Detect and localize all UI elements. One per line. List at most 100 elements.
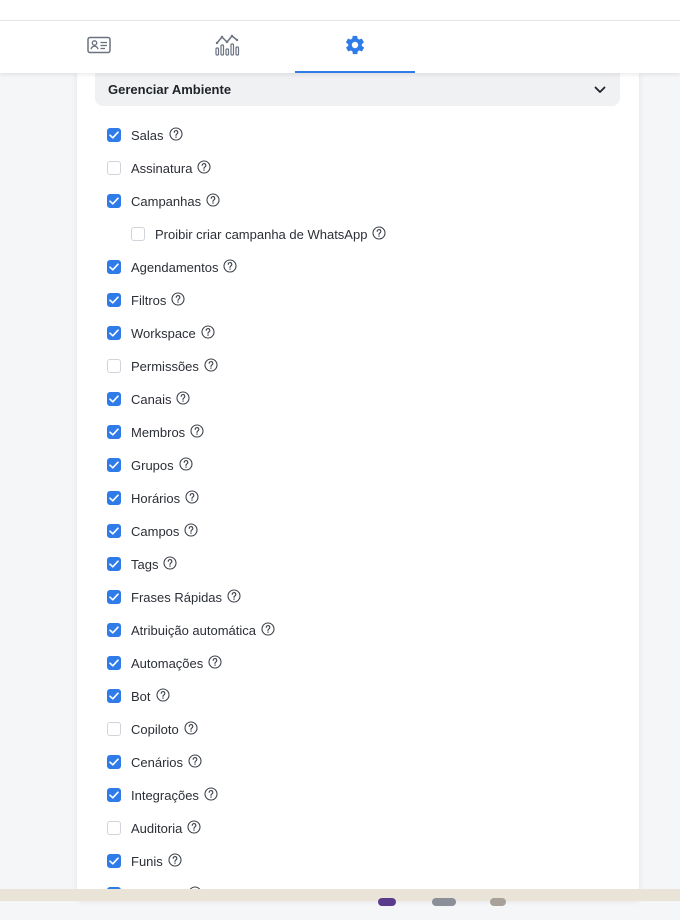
checkbox[interactable] — [107, 788, 121, 802]
checkbox[interactable] — [107, 392, 121, 406]
help-icon[interactable] — [208, 655, 222, 669]
help-icon[interactable] — [223, 259, 238, 273]
help-icon[interactable] — [185, 490, 199, 504]
option-row: Funis — [107, 853, 607, 887]
option-row: Membros — [107, 424, 607, 458]
checkbox[interactable] — [107, 293, 121, 307]
checkmark-icon — [109, 659, 119, 667]
checkmark-icon — [109, 428, 119, 436]
checkbox[interactable] — [107, 425, 121, 439]
option-label: Tags — [131, 557, 159, 572]
option-label: Auditoria — [131, 821, 183, 836]
checkbox[interactable] — [107, 458, 121, 472]
checkbox[interactable] — [107, 524, 121, 538]
checkbox[interactable] — [107, 326, 121, 340]
help-icon[interactable] — [201, 325, 215, 339]
option-label: Bot — [131, 689, 151, 704]
help-icon[interactable] — [190, 424, 204, 438]
option-row: Proibir criar campanha de WhatsApp — [107, 226, 607, 260]
option-row: Filtros — [107, 292, 607, 326]
option-row: Integrações — [107, 787, 607, 821]
option-row: Horários — [107, 490, 607, 524]
help-icon[interactable] — [204, 787, 218, 801]
checkbox[interactable] — [107, 491, 121, 505]
checkmark-icon — [109, 131, 119, 139]
option-row: Salas — [107, 127, 607, 161]
option-label: Agendamentos — [131, 260, 219, 275]
option-label: Canais — [131, 392, 172, 407]
option-label: Campanhas — [131, 194, 202, 209]
checkbox[interactable] — [107, 854, 121, 868]
section-header-gerenciar-ambiente[interactable]: Gerenciar Ambiente — [95, 73, 620, 106]
help-icon[interactable] — [227, 589, 241, 603]
option-label: Cenários — [131, 755, 184, 770]
checkbox[interactable] — [107, 722, 121, 736]
help-icon[interactable] — [261, 622, 275, 636]
option-row: Assinatura — [107, 160, 607, 194]
checkbox[interactable] — [107, 557, 121, 571]
checkbox[interactable] — [107, 821, 121, 835]
settings-panel: Gerenciar Ambiente Salas Assinatura Campan… — [77, 73, 639, 902]
taskbar-app-icon[interactable] — [378, 898, 396, 906]
option-label: Automações — [131, 656, 204, 671]
help-icon[interactable] — [187, 820, 201, 834]
option-label: Copiloto — [131, 722, 179, 737]
tab-analytics[interactable] — [167, 21, 287, 73]
contact-card-icon — [87, 36, 111, 59]
taskbar-app-icon[interactable] — [432, 898, 456, 906]
tab-settings[interactable] — [295, 21, 415, 73]
option-row: Tags — [107, 556, 607, 590]
help-icon[interactable] — [188, 754, 202, 768]
help-icon[interactable] — [168, 127, 183, 141]
help-icon[interactable] — [171, 292, 185, 306]
option-row: Auditoria — [107, 820, 607, 854]
option-label: Permissões — [131, 359, 199, 374]
checkbox[interactable] — [107, 689, 121, 703]
option-label: Atribuição automática — [131, 623, 257, 638]
option-row: Grupos — [107, 457, 607, 491]
tab-contact[interactable] — [39, 21, 159, 73]
checkbox[interactable] — [107, 623, 121, 637]
option-row: Bot — [107, 688, 607, 722]
checkbox[interactable] — [107, 161, 121, 175]
taskbar-app-icon[interactable] — [490, 898, 506, 906]
gear-icon — [344, 34, 366, 61]
checkmark-icon — [109, 197, 119, 205]
option-label: Funis — [131, 854, 163, 869]
option-label: Grupos — [131, 458, 174, 473]
help-icon[interactable] — [176, 391, 191, 405]
option-row: Permissões — [107, 358, 607, 392]
checkmark-icon — [109, 395, 119, 403]
help-icon[interactable] — [184, 721, 198, 735]
checkmark-icon — [109, 527, 119, 535]
help-icon[interactable] — [206, 193, 220, 207]
help-icon[interactable] — [163, 556, 178, 570]
taskbar — [0, 889, 680, 906]
checkmark-icon — [109, 329, 119, 337]
option-label: Proibir criar campanha de WhatsApp — [155, 227, 368, 242]
checkmark-icon — [109, 494, 119, 502]
help-icon[interactable] — [155, 688, 170, 702]
option-label: Frases Rápidas — [131, 590, 223, 605]
help-icon[interactable] — [197, 160, 211, 174]
help-icon[interactable] — [372, 226, 386, 240]
option-label: Membros — [131, 425, 186, 440]
checkmark-icon — [109, 593, 119, 601]
help-icon[interactable] — [168, 853, 182, 867]
help-icon[interactable] — [184, 523, 198, 537]
checkbox[interactable] — [107, 194, 121, 208]
checkmark-icon — [109, 758, 119, 766]
checkbox[interactable] — [107, 755, 121, 769]
checkbox[interactable] — [107, 128, 121, 142]
checkmark-icon — [109, 692, 119, 700]
help-icon[interactable] — [204, 358, 218, 372]
checkbox[interactable] — [107, 656, 121, 670]
checkbox[interactable] — [131, 227, 145, 241]
option-label: Workspace — [131, 326, 196, 341]
help-icon[interactable] — [179, 457, 193, 471]
checkbox[interactable] — [107, 359, 121, 373]
checkbox[interactable] — [107, 590, 121, 604]
option-label: Horários — [131, 491, 181, 506]
option-row: Canais — [107, 391, 607, 425]
checkbox[interactable] — [107, 260, 121, 274]
